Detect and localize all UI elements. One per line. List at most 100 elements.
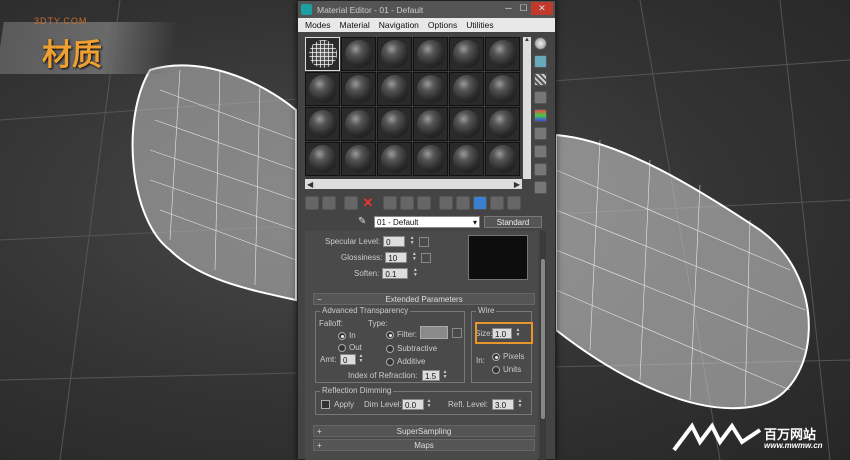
amount-field[interactable]: 0 — [340, 354, 356, 365]
close-button[interactable]: ✕ — [531, 2, 553, 15]
scroll-right-icon[interactable]: ▶ — [514, 180, 520, 189]
spinner-icon[interactable]: ▲ ▼ — [408, 236, 416, 247]
material-slot[interactable] — [449, 107, 484, 141]
site-url-watermark: 3DTY.COM — [34, 16, 88, 26]
material-slot[interactable] — [377, 142, 412, 176]
go-to-parent-icon[interactable] — [490, 196, 504, 210]
menu-navigation[interactable]: Navigation — [379, 20, 419, 30]
show-shaded-material-icon[interactable] — [456, 196, 470, 210]
eyedropper-icon[interactable]: ✎ — [358, 216, 370, 228]
minimize-button[interactable]: ─ — [501, 2, 516, 15]
material-slot[interactable] — [377, 107, 412, 141]
material-slot[interactable] — [485, 72, 520, 106]
material-slot[interactable] — [377, 72, 412, 106]
spinner-icon[interactable]: ▲ ▼ — [441, 370, 449, 381]
filter-color-swatch[interactable] — [420, 326, 448, 339]
specular-level-field[interactable]: 0 — [383, 236, 406, 247]
maps-rollout[interactable]: + Maps — [313, 439, 535, 451]
menu-material[interactable]: Material — [340, 20, 370, 30]
slots-vertical-scrollbar[interactable]: ▲ — [523, 37, 531, 179]
slots-horizontal-scrollbar[interactable]: ◀ ▶ — [305, 179, 522, 189]
material-slot[interactable] — [413, 72, 448, 106]
wire-units-radio[interactable] — [492, 366, 500, 374]
material-map-navigator-icon[interactable] — [534, 181, 547, 194]
maximize-button[interactable]: ☐ — [516, 2, 531, 15]
material-slot[interactable] — [485, 107, 520, 141]
material-slot[interactable] — [449, 142, 484, 176]
panel-scrollbar[interactable] — [540, 231, 546, 460]
extended-parameters-rollout[interactable]: − Extended Parameters — [313, 293, 535, 305]
material-slot[interactable] — [305, 72, 340, 106]
spinner-icon[interactable]: ▲ ▼ — [411, 268, 419, 279]
spinner-icon[interactable]: ▲ ▼ — [357, 354, 365, 365]
material-slot[interactable] — [341, 72, 376, 106]
make-preview-icon[interactable] — [534, 127, 547, 140]
material-slot[interactable] — [341, 142, 376, 176]
material-slot[interactable] — [449, 72, 484, 106]
get-material-icon[interactable] — [305, 196, 319, 210]
spinner-icon[interactable]: ▲ ▼ — [410, 252, 418, 263]
filter-map-button[interactable] — [452, 328, 462, 338]
glossiness-map-button[interactable] — [421, 252, 432, 263]
spinner-icon[interactable]: ▲ ▼ — [425, 399, 433, 410]
material-slot[interactable] — [449, 37, 484, 71]
wire-pixels-radio[interactable] — [492, 353, 500, 361]
material-slot[interactable] — [341, 107, 376, 141]
type-filter-radio[interactable] — [386, 331, 394, 339]
type-subtractive-radio[interactable] — [386, 345, 394, 353]
specular-map-button[interactable] — [419, 236, 430, 247]
material-name-select[interactable]: 01 - Default ▾ — [374, 216, 480, 228]
material-slot[interactable] — [485, 142, 520, 176]
material-id-channel-icon[interactable] — [439, 196, 453, 210]
material-toolbar: ✕ — [305, 194, 550, 212]
refl-level-field[interactable]: 3.0 — [492, 399, 514, 410]
material-slot[interactable] — [485, 37, 520, 71]
glossiness-field[interactable]: 10 — [385, 252, 408, 263]
make-unique-icon[interactable] — [400, 196, 414, 210]
dim-level-field[interactable]: 0.0 — [402, 399, 424, 410]
window-title: Material Editor - 01 - Default — [317, 4, 424, 15]
soften-field[interactable]: 0.1 — [382, 268, 409, 279]
collapse-icon: − — [317, 295, 322, 304]
menu-options[interactable]: Options — [428, 20, 457, 30]
background-checker-icon[interactable] — [534, 73, 547, 86]
put-material-icon[interactable] — [322, 196, 336, 210]
title-bar[interactable]: Material Editor - 01 - Default ─ ☐ ✕ — [298, 1, 555, 18]
supersampling-rollout[interactable]: + SuperSampling — [313, 425, 535, 437]
falloff-in-radio[interactable] — [338, 332, 346, 340]
material-slot[interactable] — [377, 37, 412, 71]
backlight-icon[interactable] — [534, 55, 547, 68]
falloff-out-radio[interactable] — [338, 344, 346, 352]
material-slot[interactable] — [305, 142, 340, 176]
assign-material-icon[interactable] — [344, 196, 358, 210]
material-slot[interactable] — [305, 37, 340, 71]
make-copy-icon[interactable] — [383, 196, 397, 210]
spinner-icon[interactable]: ▲ ▼ — [516, 399, 524, 410]
sample-type-icon[interactable] — [534, 37, 547, 50]
material-slot[interactable] — [305, 107, 340, 141]
material-slot[interactable] — [341, 37, 376, 71]
menu-modes[interactable]: Modes — [305, 20, 331, 30]
material-slot[interactable] — [413, 107, 448, 141]
advanced-transparency-group: Advanced Transparency Falloff: Type: In … — [315, 306, 465, 383]
ior-field[interactable]: 1.5 — [422, 370, 440, 381]
material-type-button[interactable]: Standard — [484, 216, 542, 228]
show-end-result-icon[interactable] — [473, 196, 487, 210]
type-additive-radio[interactable] — [386, 358, 394, 366]
video-color-check-icon[interactable] — [534, 109, 547, 122]
go-forward-sibling-icon[interactable] — [507, 196, 521, 210]
apply-checkbox[interactable] — [321, 400, 330, 409]
options-icon[interactable] — [534, 145, 547, 158]
select-by-material-icon[interactable] — [534, 163, 547, 176]
material-name-row: ✎ 01 - Default ▾ Standard — [358, 216, 542, 228]
material-sphere-preview — [452, 40, 481, 68]
material-sphere-preview — [380, 75, 409, 103]
scroll-left-icon[interactable]: ◀ — [307, 180, 313, 189]
material-slot[interactable] — [413, 142, 448, 176]
reset-map-icon[interactable]: ✕ — [361, 196, 375, 210]
put-to-library-icon[interactable] — [417, 196, 431, 210]
material-slot[interactable] — [413, 37, 448, 71]
menu-utilities[interactable]: Utilities — [466, 20, 493, 30]
sample-uv-tiling-icon[interactable] — [534, 91, 547, 104]
sample-slots — [305, 37, 522, 183]
